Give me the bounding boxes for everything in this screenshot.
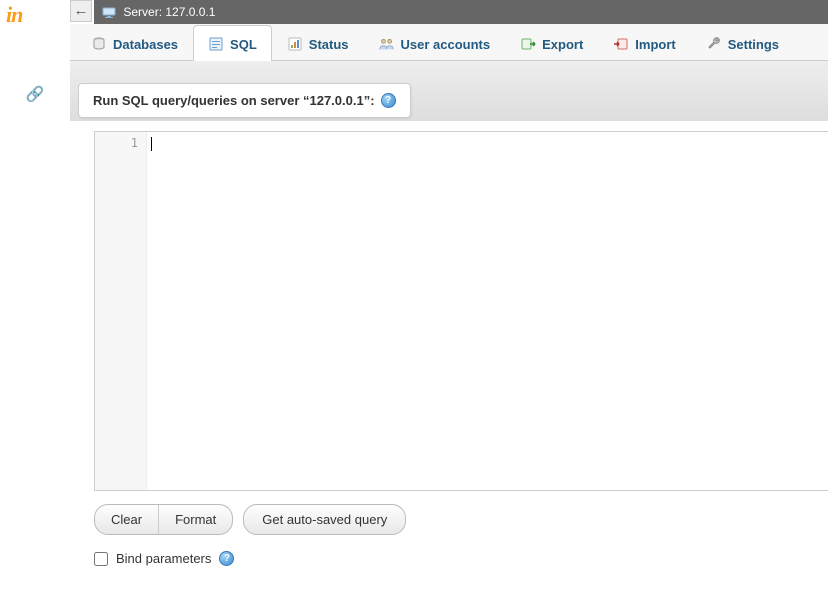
sql-editor[interactable]: 1 — [94, 131, 828, 491]
tab-import[interactable]: Import — [598, 25, 690, 62]
help-icon[interactable]: ? — [381, 93, 396, 108]
tab-export[interactable]: Export — [505, 25, 598, 62]
left-panel: in 🔗 — [0, 0, 70, 590]
link-icon[interactable]: 🔗 — [0, 85, 70, 103]
bind-parameters-checkbox[interactable] — [94, 552, 108, 566]
tab-label: SQL — [230, 37, 257, 52]
clear-button[interactable]: Clear — [95, 505, 158, 534]
tab-label: Export — [542, 37, 583, 52]
editor-gutter: 1 — [95, 132, 147, 490]
tab-status[interactable]: Status — [272, 25, 364, 62]
breadcrumb[interactable]: Server: 127.0.0.1 — [94, 0, 828, 24]
get-auto-saved-button[interactable]: Get auto-saved query — [243, 504, 406, 535]
tabs: Databases SQL St — [70, 24, 828, 61]
sql-icon — [208, 36, 224, 52]
server-icon — [102, 7, 116, 19]
tab-label: Status — [309, 37, 349, 52]
tab-label: Databases — [113, 37, 178, 52]
tab-user-accounts[interactable]: User accounts — [364, 25, 506, 62]
main: ← Server: 127.0.0.1 Databases — [70, 0, 828, 590]
caret — [151, 137, 152, 151]
clear-format-group: Clear Format — [94, 504, 233, 535]
tab-label: User accounts — [401, 37, 491, 52]
export-icon — [520, 36, 536, 52]
tab-settings[interactable]: Settings — [691, 25, 794, 62]
editor-code[interactable] — [147, 132, 828, 490]
tab-label: Settings — [728, 37, 779, 52]
tab-databases[interactable]: Databases — [76, 25, 193, 62]
logo: in — [0, 0, 70, 30]
panel-title: Run SQL query/queries on server “127.0.0… — [78, 83, 411, 118]
format-button[interactable]: Format — [158, 505, 232, 534]
button-row: Clear Format Get auto-saved query — [94, 504, 406, 535]
line-number: 1 — [95, 136, 138, 150]
content: Run SQL query/queries on server “127.0.0… — [70, 61, 828, 590]
panel-title-text: Run SQL query/queries on server “127.0.0… — [93, 93, 375, 108]
breadcrumb-label: Server: 127.0.0.1 — [123, 5, 215, 19]
wrench-icon — [706, 36, 722, 52]
users-icon — [379, 36, 395, 52]
tab-sql[interactable]: SQL — [193, 25, 272, 62]
database-icon — [91, 36, 107, 52]
status-icon — [287, 36, 303, 52]
collapse-button[interactable]: ← — [70, 0, 92, 22]
help-icon[interactable]: ? — [219, 551, 234, 566]
bind-parameters-label: Bind parameters — [116, 551, 211, 566]
import-icon — [613, 36, 629, 52]
tab-label: Import — [635, 37, 675, 52]
bind-parameters-row: Bind parameters ? — [94, 551, 234, 566]
